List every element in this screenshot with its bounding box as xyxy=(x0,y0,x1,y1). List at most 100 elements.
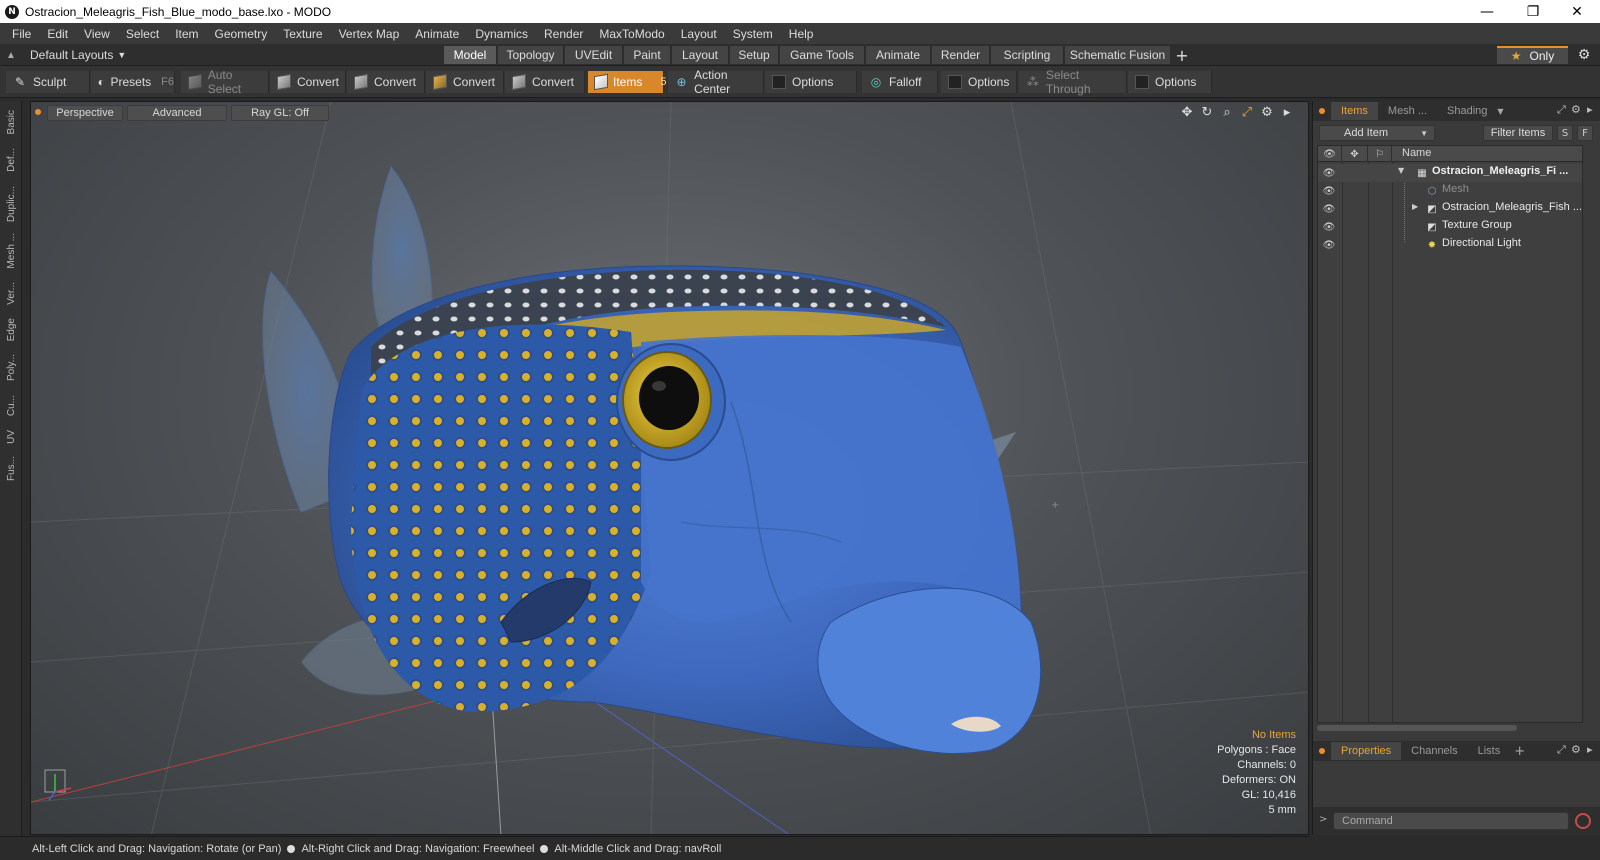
tab-layout[interactable]: Layout xyxy=(672,46,729,64)
vtab-fusion[interactable]: Fus... xyxy=(3,451,19,487)
menu-render[interactable]: Render xyxy=(536,27,591,41)
only-button[interactable]: ★ Only xyxy=(1497,46,1568,64)
tab-channels[interactable]: Channels xyxy=(1401,742,1467,760)
render-column-icon[interactable]: ⚐ xyxy=(1368,146,1392,162)
eye-icon[interactable]: 👁 xyxy=(1322,221,1336,233)
convert-materials-button[interactable]: Convert xyxy=(505,71,585,93)
tab-lists[interactable]: Lists xyxy=(1468,742,1511,760)
select-through-options-button[interactable]: Options xyxy=(1128,71,1212,93)
filter-items-button[interactable]: Filter Items xyxy=(1483,125,1553,141)
name-column-header[interactable]: Name xyxy=(1402,147,1431,159)
minimize-button[interactable]: — xyxy=(1464,0,1510,23)
maximize-viewport-icon[interactable]: ⤢ xyxy=(1240,104,1254,120)
command-input[interactable]: Command xyxy=(1333,812,1569,830)
menu-edit[interactable]: Edit xyxy=(39,27,76,41)
menu-select[interactable]: Select xyxy=(118,27,167,41)
tab-game-tools[interactable]: Game Tools xyxy=(780,46,865,64)
tab-animate[interactable]: Animate xyxy=(866,46,931,64)
3d-viewport[interactable]: + Perspective Advanced Ray GL: Off ✥ ↻ ⌕… xyxy=(30,101,1309,835)
expand-arrow-icon[interactable]: ▶ xyxy=(1412,202,1422,211)
auto-select-button[interactable]: Auto Select xyxy=(181,68,269,96)
panel-gear-icon[interactable]: ⚙ xyxy=(1571,103,1581,116)
tab-setup[interactable]: Setup xyxy=(730,46,779,64)
menu-view[interactable]: View xyxy=(76,27,118,41)
tab-topology[interactable]: Topology xyxy=(498,46,564,64)
eye-icon[interactable]: 👁 xyxy=(1322,239,1336,251)
vtab-duplicate[interactable]: Duplic... xyxy=(3,181,19,227)
panel-menu-dot[interactable] xyxy=(1319,108,1325,114)
menu-maxtomodo[interactable]: MaxToModo xyxy=(591,27,672,41)
menu-system[interactable]: System xyxy=(725,27,781,41)
tab-paint[interactable]: Paint xyxy=(624,46,671,64)
visibility-column-icon[interactable]: 👁 xyxy=(1318,146,1342,162)
menu-item[interactable]: Item xyxy=(167,27,206,41)
rotate-icon[interactable]: ↻ xyxy=(1200,104,1214,120)
eye-icon[interactable]: 👁 xyxy=(1322,185,1336,197)
tab-render[interactable]: Render xyxy=(932,46,990,64)
vtab-polygon[interactable]: Poly... xyxy=(3,349,19,387)
shading-mode-button[interactable]: Advanced xyxy=(127,105,227,121)
list-item[interactable]: 👁 ▶ ◩ Ostracion_Meleagris_Fish ... xyxy=(1318,200,1582,218)
tab-mesh[interactable]: Mesh ... xyxy=(1378,102,1437,120)
tab-items[interactable]: Items xyxy=(1331,102,1378,120)
menu-geometry[interactable]: Geometry xyxy=(207,27,276,41)
menu-help[interactable]: Help xyxy=(781,27,822,41)
falloff-options-button[interactable]: Options xyxy=(941,71,1017,93)
list-item[interactable]: 👁 ✸ Directional Light xyxy=(1318,236,1582,254)
tab-shading[interactable]: Shading xyxy=(1437,102,1497,120)
add-tab-icon[interactable]: + xyxy=(1514,744,1525,759)
default-layouts-dropdown[interactable]: ▲ Default Layouts ▼ xyxy=(6,46,126,64)
zoom-icon[interactable]: ⌕ xyxy=(1220,104,1234,120)
panel-arrow-icon[interactable]: ▸ xyxy=(1587,103,1593,116)
convert-polygons-button[interactable]: Convert xyxy=(426,71,504,93)
viewport-settings-icon[interactable]: ⚙ xyxy=(1260,104,1274,120)
panel-gear-icon[interactable]: ⚙ xyxy=(1571,743,1581,756)
menu-animate[interactable]: Animate xyxy=(407,27,467,41)
panel-arrow-icon[interactable]: ▸ xyxy=(1587,743,1593,756)
tab-uvedit[interactable]: UVEdit xyxy=(565,46,623,64)
vtab-curve[interactable]: Cu... xyxy=(3,389,19,423)
viewport-menu-dot[interactable] xyxy=(35,109,41,115)
gear-icon[interactable]: ⚙ xyxy=(1574,46,1594,64)
menu-vertex-map[interactable]: Vertex Map xyxy=(331,27,408,41)
items-mode-button[interactable]: Items 5 xyxy=(588,71,666,93)
record-macro-icon[interactable] xyxy=(1575,813,1591,829)
vtab-deform[interactable]: Def... xyxy=(3,141,19,179)
tab-schematic-fusion[interactable]: Schematic Fusion xyxy=(1065,46,1171,64)
pan-icon[interactable]: ✥ xyxy=(1180,104,1194,120)
close-button[interactable]: ✕ xyxy=(1554,0,1600,23)
add-item-button[interactable]: Add Item ▼ xyxy=(1319,125,1435,141)
convert-vertices-button[interactable]: Convert xyxy=(270,71,346,93)
vtab-edge[interactable]: Edge xyxy=(3,313,19,347)
s-button[interactable]: S xyxy=(1557,125,1573,141)
action-center-options-button[interactable]: Options xyxy=(765,71,857,93)
vtab-uv[interactable]: UV xyxy=(3,425,19,449)
list-item[interactable]: 👁 ⬡ Mesh xyxy=(1318,182,1582,200)
pop-out-icon[interactable]: ⤢ xyxy=(1557,103,1566,117)
tab-model[interactable]: Model xyxy=(444,46,497,64)
raygl-button[interactable]: Ray GL: Off xyxy=(231,105,329,121)
convert-edges-button[interactable]: Convert xyxy=(347,71,425,93)
f-button[interactable]: F xyxy=(1577,125,1593,141)
panel-menu-dot[interactable] xyxy=(1319,748,1325,754)
eye-icon[interactable]: 👁 xyxy=(1322,167,1336,179)
list-item[interactable]: 👁 ◩ Texture Group xyxy=(1318,218,1582,236)
list-item[interactable]: 👁 ▼ ▦ Ostracion_Meleagris_Fi ... xyxy=(1318,164,1582,182)
expand-arrow-icon[interactable]: ▸ xyxy=(1280,104,1294,120)
action-center-button[interactable]: ⊕ Action Center xyxy=(668,68,764,96)
add-tab-icon[interactable]: + xyxy=(1173,46,1191,65)
falloff-button[interactable]: ◎ Falloff xyxy=(862,71,938,93)
vtab-mesh[interactable]: Mesh ... xyxy=(3,229,19,273)
collapse-arrow-icon[interactable]: ▼ xyxy=(1398,166,1408,175)
menu-texture[interactable]: Texture xyxy=(275,27,330,41)
presets-button[interactable]: ◐ Presets F6 xyxy=(91,71,175,93)
menu-dynamics[interactable]: Dynamics xyxy=(467,27,536,41)
horizontal-scrollbar[interactable] xyxy=(1317,725,1517,731)
lock-column-icon[interactable]: ✥ xyxy=(1342,146,1368,162)
chevron-down-icon[interactable]: ▼ xyxy=(1497,107,1503,116)
tab-scripting[interactable]: Scripting xyxy=(991,46,1064,64)
perspective-view-button[interactable]: Perspective xyxy=(47,105,123,121)
menu-layout[interactable]: Layout xyxy=(673,27,725,41)
eye-icon[interactable]: 👁 xyxy=(1322,203,1336,215)
sculpt-button[interactable]: ✎ Sculpt xyxy=(6,71,90,93)
